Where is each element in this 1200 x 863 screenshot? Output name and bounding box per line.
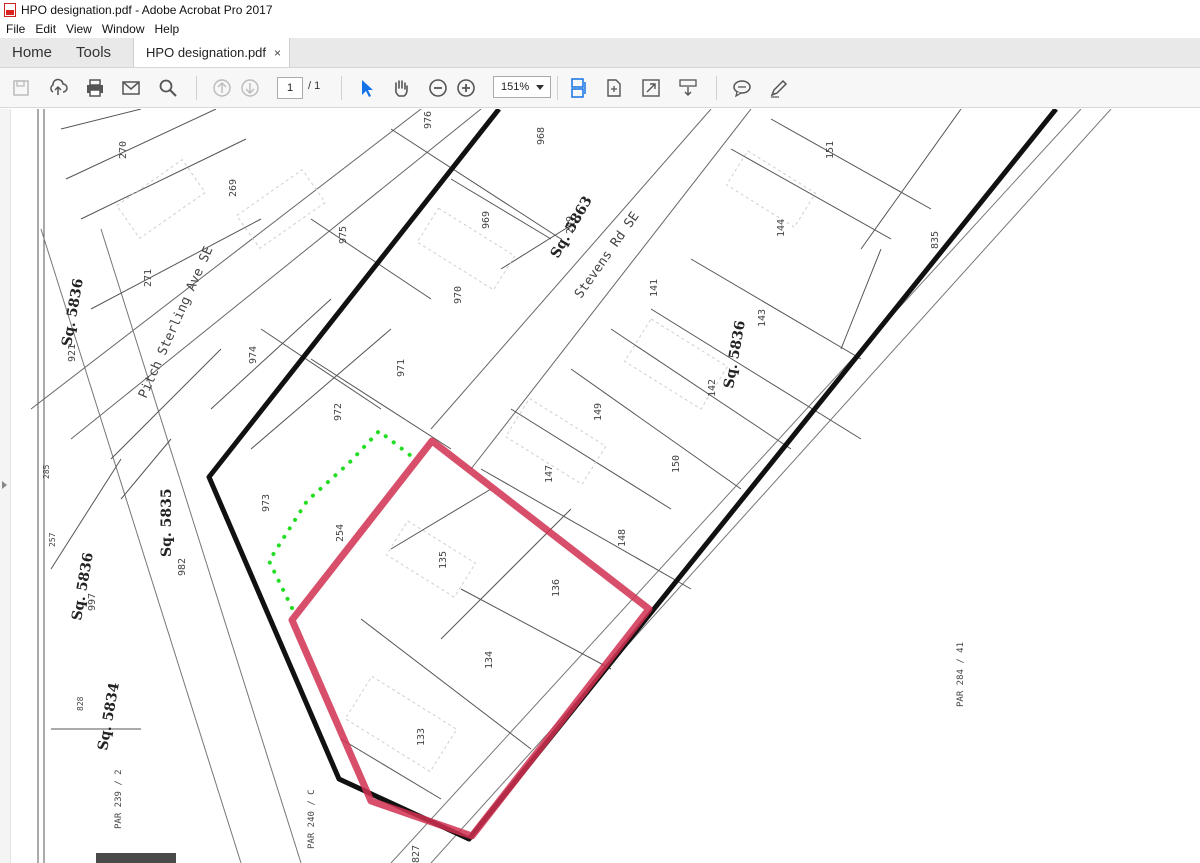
svg-text:136: 136 bbox=[551, 579, 562, 597]
svg-text:969: 969 bbox=[481, 211, 492, 229]
svg-text:PAR 240 / C: PAR 240 / C bbox=[307, 789, 317, 849]
expand-arrow-icon bbox=[2, 481, 7, 489]
menu-edit[interactable]: Edit bbox=[35, 22, 56, 36]
menu-file[interactable]: File bbox=[6, 22, 25, 36]
svg-text:Sq. 5863: Sq. 5863 bbox=[548, 194, 596, 261]
svg-text:828: 828 bbox=[76, 696, 85, 711]
svg-text:972: 972 bbox=[333, 403, 344, 421]
select-arrow-icon[interactable] bbox=[355, 77, 377, 99]
svg-text:PAR 239 / 2: PAR 239 / 2 bbox=[114, 769, 124, 829]
close-tab-icon[interactable]: × bbox=[274, 46, 281, 60]
svg-text:134: 134 bbox=[484, 651, 495, 669]
svg-text:144: 144 bbox=[776, 219, 787, 237]
svg-text:147: 147 bbox=[544, 465, 555, 483]
svg-text:Sq. 5835: Sq. 5835 bbox=[159, 488, 175, 557]
fit-page-icon[interactable] bbox=[603, 77, 625, 99]
upload-icon[interactable] bbox=[47, 77, 69, 99]
search-icon[interactable] bbox=[157, 77, 179, 99]
scroll-mode-icon[interactable] bbox=[567, 77, 589, 99]
toolbar bbox=[0, 68, 1200, 108]
comment-icon[interactable] bbox=[731, 77, 753, 99]
svg-text:971: 971 bbox=[396, 359, 407, 377]
svg-text:Sq. 5834: Sq. 5834 bbox=[95, 681, 123, 752]
tab-home[interactable]: Home bbox=[0, 38, 64, 67]
svg-text:968: 968 bbox=[536, 127, 547, 145]
svg-text:149: 149 bbox=[593, 403, 604, 421]
menu-help[interactable]: Help bbox=[155, 22, 180, 36]
svg-text:254: 254 bbox=[335, 524, 346, 542]
pdf-icon bbox=[4, 3, 16, 17]
page-down-icon[interactable] bbox=[239, 77, 261, 99]
svg-text:143: 143 bbox=[757, 309, 768, 327]
svg-text:975: 975 bbox=[338, 226, 349, 244]
svg-text:285: 285 bbox=[42, 464, 51, 479]
tab-document-label: HPO designation.pdf bbox=[146, 45, 267, 60]
tab-document[interactable]: HPO designation.pdf × bbox=[133, 38, 291, 67]
svg-text:976: 976 bbox=[423, 111, 434, 129]
document-area[interactable]: 270 269 271 975 976 968 969 249 970 974 … bbox=[0, 109, 1200, 863]
svg-text:141: 141 bbox=[649, 279, 660, 297]
svg-text:Pitch Sterling Ave SE: Pitch Sterling Ave SE bbox=[136, 244, 217, 400]
svg-text:133: 133 bbox=[416, 728, 427, 746]
svg-text:271: 271 bbox=[143, 269, 154, 287]
page-total: / 1 bbox=[308, 80, 321, 92]
zoom-select[interactable]: 151% bbox=[493, 76, 551, 98]
toolbar-divider bbox=[196, 76, 197, 100]
toolbar-divider bbox=[341, 76, 342, 100]
svg-text:150: 150 bbox=[671, 455, 682, 473]
window-title: HPO designation.pdf - Adobe Acrobat Pro … bbox=[21, 3, 273, 17]
svg-text:270: 270 bbox=[118, 141, 129, 159]
svg-text:982: 982 bbox=[177, 558, 188, 576]
email-icon[interactable] bbox=[120, 77, 142, 99]
svg-text:835: 835 bbox=[930, 231, 941, 249]
keyboard-icon[interactable] bbox=[677, 77, 699, 99]
menu-bar: File Edit View Window Help bbox=[0, 20, 1200, 38]
svg-text:135: 135 bbox=[438, 551, 449, 569]
svg-text:148: 148 bbox=[617, 529, 628, 547]
svg-text:PAR 284 / 41: PAR 284 / 41 bbox=[956, 642, 966, 707]
svg-text:Sq. 5836: Sq. 5836 bbox=[59, 277, 87, 347]
svg-text:142: 142 bbox=[707, 379, 718, 397]
fullscreen-icon[interactable] bbox=[640, 77, 662, 99]
menu-window[interactable]: Window bbox=[102, 22, 145, 36]
zoom-value: 151% bbox=[501, 81, 530, 93]
left-panel-toggle[interactable] bbox=[0, 109, 11, 863]
tab-tools[interactable]: Tools bbox=[64, 38, 123, 67]
svg-text:269: 269 bbox=[228, 179, 239, 197]
svg-text:973: 973 bbox=[261, 494, 272, 512]
pen-icon[interactable] bbox=[768, 77, 790, 99]
svg-text:151: 151 bbox=[825, 141, 836, 159]
svg-text:970: 970 bbox=[453, 286, 464, 304]
toolbar-divider bbox=[557, 76, 558, 100]
parcel-map: 270 269 271 975 976 968 969 249 970 974 … bbox=[30, 109, 1112, 863]
svg-text:827: 827 bbox=[411, 845, 422, 863]
print-icon[interactable] bbox=[84, 77, 106, 99]
tab-bar: Home Tools HPO designation.pdf × bbox=[0, 38, 1200, 68]
page-up-icon[interactable] bbox=[211, 77, 233, 99]
save-icon[interactable] bbox=[10, 77, 32, 99]
menu-view[interactable]: View bbox=[66, 22, 92, 36]
toolbar-divider bbox=[716, 76, 717, 100]
svg-text:257: 257 bbox=[48, 532, 57, 547]
page-number-input[interactable]: 1 bbox=[277, 77, 303, 99]
title-bar: HPO designation.pdf - Adobe Acrobat Pro … bbox=[0, 0, 1200, 20]
hand-icon[interactable] bbox=[390, 77, 412, 99]
chevron-down-icon bbox=[536, 85, 544, 90]
svg-text:974: 974 bbox=[248, 346, 259, 364]
zoom-in-icon[interactable] bbox=[455, 77, 477, 99]
zoom-out-icon[interactable] bbox=[427, 77, 449, 99]
